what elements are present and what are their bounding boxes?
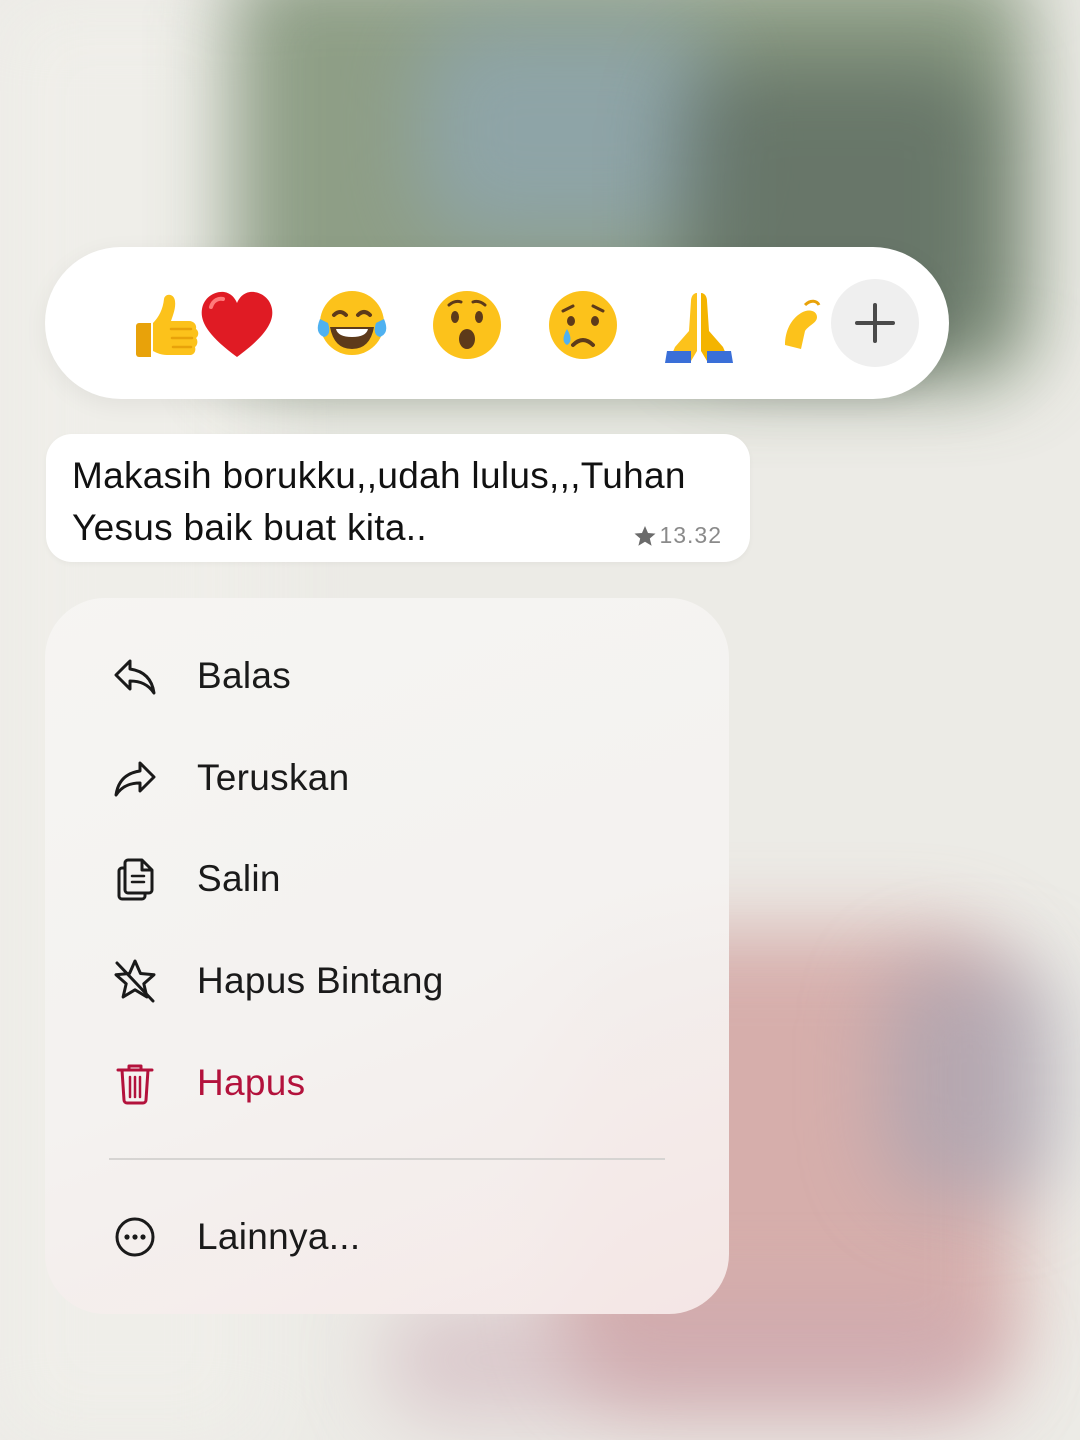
trash-icon bbox=[116, 1064, 154, 1105]
unstar-icon bbox=[114, 959, 156, 1003]
menu-divider bbox=[109, 1158, 665, 1160]
surprised-face-emoji-button[interactable] bbox=[425, 283, 509, 367]
forward-icon bbox=[114, 761, 156, 797]
crying-face-emoji-button[interactable] bbox=[541, 283, 625, 367]
heart-icon bbox=[201, 291, 273, 357]
more-icon bbox=[115, 1217, 155, 1257]
menu-item-forward-label: Teruskan bbox=[197, 757, 350, 798]
message-bubble[interactable]: Makasih borukku,,udah lulus,,,Tuhan Yesu… bbox=[46, 434, 750, 562]
message-time: 13.32 bbox=[659, 522, 722, 548]
menu-item-unstar[interactable]: Hapus Bintang bbox=[109, 946, 444, 1016]
menu-item-copy-label: Salin bbox=[197, 858, 281, 899]
surprised-face-icon bbox=[433, 291, 501, 359]
message-context-menu: Balas Teruskan Salin Hapus Bintang Hapus… bbox=[45, 598, 729, 1314]
folded-hands-emoji-button[interactable] bbox=[657, 283, 741, 367]
folded-hands-icon bbox=[665, 293, 733, 363]
reaction-bar bbox=[45, 247, 949, 399]
menu-item-delete-label: Hapus bbox=[197, 1062, 306, 1103]
add-reaction-button[interactable] bbox=[831, 279, 919, 367]
crying-face-icon bbox=[549, 291, 617, 359]
menu-item-delete[interactable]: Hapus bbox=[109, 1048, 305, 1118]
plus-icon bbox=[855, 303, 895, 343]
menu-item-reply[interactable]: Balas bbox=[109, 641, 291, 711]
menu-item-reply-label: Balas bbox=[197, 655, 292, 696]
copy-icon bbox=[117, 858, 154, 901]
menu-item-copy[interactable]: Salin bbox=[109, 844, 281, 914]
menu-item-forward[interactable]: Teruskan bbox=[109, 743, 350, 813]
thumbs-up-icon bbox=[136, 294, 199, 357]
menu-item-more[interactable]: Lainnya... bbox=[109, 1202, 360, 1272]
reply-icon bbox=[114, 659, 156, 695]
message-meta: 13.32 bbox=[633, 522, 722, 549]
menu-item-more-label: Lainnya... bbox=[197, 1216, 361, 1257]
tears-of-joy-icon bbox=[317, 291, 387, 355]
red-heart-emoji-button[interactable] bbox=[195, 283, 279, 367]
menu-item-unstar-label: Hapus Bintang bbox=[197, 960, 444, 1001]
tears-of-joy-emoji-button[interactable] bbox=[310, 283, 394, 367]
star-icon bbox=[634, 525, 656, 546]
